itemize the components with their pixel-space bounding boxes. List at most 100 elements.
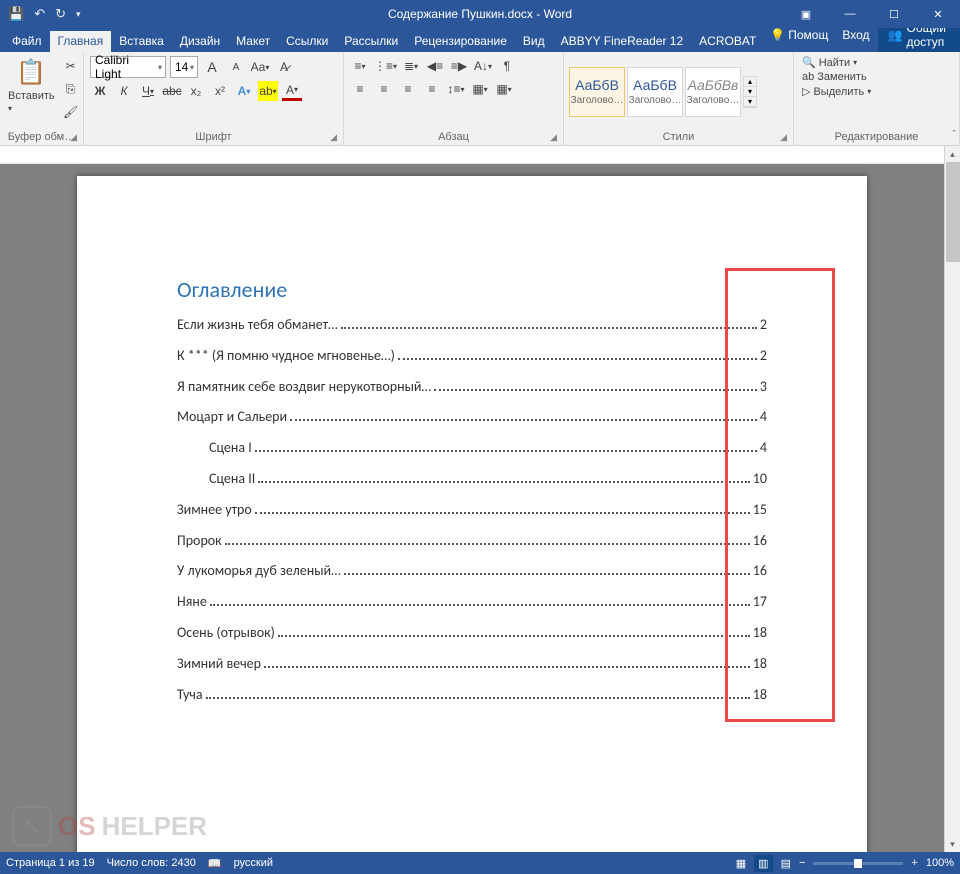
toc-entry[interactable]: Няне17 — [177, 594, 767, 611]
numbering-icon[interactable]: ⋮≡ — [374, 56, 397, 76]
maximize-icon[interactable]: ☐ — [872, 0, 916, 28]
toc-entry[interactable]: Сцена I4 — [177, 440, 767, 457]
zoom-level[interactable]: 100% — [926, 857, 954, 869]
toc-entry[interactable]: Туча18 — [177, 687, 767, 704]
scroll-up-icon[interactable]: ▴ — [945, 146, 960, 162]
bold-button[interactable]: Ж — [90, 81, 110, 101]
align-left-icon[interactable]: ≡ — [350, 79, 370, 99]
superscript-button[interactable]: x² — [210, 81, 230, 101]
select-button[interactable]: ▷Выделить▾ — [802, 85, 871, 98]
ribbon-display-icon[interactable]: ▣ — [784, 0, 828, 28]
tab-view[interactable]: Вид — [515, 31, 553, 52]
tab-layout[interactable]: Макет — [228, 31, 278, 52]
line-spacing-icon[interactable]: ↕≡ — [446, 79, 466, 99]
toc-title[interactable]: Оглавление — [177, 276, 767, 303]
show-marks-icon[interactable]: ¶ — [497, 56, 517, 76]
multilevel-icon[interactable]: ≣ — [401, 56, 421, 76]
clear-format-icon[interactable]: A̷ — [274, 57, 294, 77]
dialog-launcher-icon[interactable]: ◢ — [780, 132, 787, 143]
redo-icon[interactable]: ↻ — [55, 6, 66, 22]
font-color-icon[interactable]: A — [282, 81, 302, 101]
undo-icon[interactable]: ↶ — [34, 6, 45, 22]
toc-entry[interactable]: Сцена II10 — [177, 471, 767, 488]
page[interactable]: Оглавление Если жизнь тебя обманет…2 К **… — [77, 176, 867, 852]
zoom-out-icon[interactable]: − — [799, 857, 805, 869]
collapse-ribbon-icon[interactable]: ˆ — [952, 129, 956, 141]
replace-button[interactable]: abЗаменить — [802, 71, 871, 83]
bullets-icon[interactable]: ≡ — [350, 56, 370, 76]
toc-entry[interactable]: У лукоморья дуб зеленый…16 — [177, 563, 767, 580]
web-layout-icon[interactable]: ▤ — [781, 857, 791, 870]
scroll-down-icon[interactable]: ▾ — [945, 836, 960, 852]
tell-me[interactable]: 💡Помощ — [764, 28, 834, 42]
decrease-indent-icon[interactable]: ◀≡ — [425, 56, 445, 76]
document-area[interactable]: Оглавление Если жизнь тебя обманет…2 К **… — [0, 164, 944, 852]
qat-customize-icon[interactable]: ▾ — [76, 9, 81, 20]
chevron-up-icon[interactable]: ▴ — [744, 77, 756, 87]
zoom-in-icon[interactable]: + — [911, 857, 917, 869]
page-indicator[interactable]: Страница 1 из 19 — [6, 857, 95, 869]
tab-mailings[interactable]: Рассылки — [336, 31, 406, 52]
tab-acrobat[interactable]: ACROBAT — [691, 31, 764, 52]
shrink-font-icon[interactable]: A — [226, 57, 246, 77]
cut-icon[interactable]: ✂ — [61, 56, 81, 76]
toc-entry[interactable]: Зимний вечер18 — [177, 656, 767, 673]
change-case-icon[interactable]: Aa — [250, 57, 270, 77]
dialog-launcher-icon[interactable]: ◢ — [550, 132, 557, 143]
style-heading2[interactable]: АаБбВЗаголово… — [627, 67, 683, 117]
toc-entry[interactable]: Я памятник себе воздвиг нерукотворный…3 — [177, 379, 767, 396]
save-icon[interactable]: 💾 — [8, 6, 24, 22]
style-heading3[interactable]: АаБбВвЗаголово… — [685, 67, 741, 117]
language-indicator[interactable]: русский — [234, 857, 273, 869]
align-center-icon[interactable]: ≡ — [374, 79, 394, 99]
borders-icon[interactable]: ▦ — [494, 79, 514, 99]
sort-icon[interactable]: A↓ — [473, 56, 493, 76]
justify-icon[interactable]: ≡ — [422, 79, 442, 99]
align-right-icon[interactable]: ≡ — [398, 79, 418, 99]
word-count[interactable]: Число слов: 2430 — [107, 857, 196, 869]
vertical-scrollbar[interactable]: ▴ ▾ — [944, 146, 960, 852]
print-layout-icon[interactable]: ▥ — [754, 855, 772, 872]
tab-file[interactable]: Файл — [4, 31, 50, 52]
toc-entry[interactable]: Пророк16 — [177, 533, 767, 550]
shading-icon[interactable]: ▦ — [470, 79, 490, 99]
close-icon[interactable]: ✕ — [916, 0, 960, 28]
text-effects-icon[interactable]: A — [234, 81, 254, 101]
paste-button[interactable]: 📋 Вставить — [4, 54, 59, 116]
font-name-combo[interactable]: Calibri Light — [90, 56, 166, 78]
tab-home[interactable]: Главная — [50, 31, 112, 52]
minimize-icon[interactable]: — — [828, 0, 872, 28]
styles-gallery-nav[interactable]: ▴▾▾ — [743, 76, 757, 108]
highlight-icon[interactable]: ab — [258, 81, 278, 101]
chevron-down-icon[interactable]: ▾ — [744, 87, 756, 97]
italic-button[interactable]: К — [114, 81, 134, 101]
toc-entry[interactable]: Осень (отрывок)18 — [177, 625, 767, 642]
ruler[interactable] — [0, 146, 960, 164]
tab-design[interactable]: Дизайн — [172, 31, 228, 52]
toc-entry[interactable]: Если жизнь тебя обманет…2 — [177, 317, 767, 334]
toc-entry[interactable]: Моцарт и Сальери4 — [177, 409, 767, 426]
spellcheck-icon[interactable]: 📖 — [208, 857, 222, 870]
scroll-thumb[interactable] — [946, 162, 960, 262]
format-painter-icon[interactable]: 🖌 — [61, 102, 81, 122]
tab-abbyy[interactable]: ABBYY FineReader 12 — [553, 31, 692, 52]
dialog-launcher-icon[interactable]: ◢ — [70, 132, 77, 143]
grow-font-icon[interactable]: A — [202, 57, 222, 77]
increase-indent-icon[interactable]: ≡▶ — [449, 56, 469, 76]
subscript-button[interactable]: x₂ — [186, 81, 206, 101]
expand-icon[interactable]: ▾ — [744, 97, 756, 107]
style-heading1[interactable]: АаБбВЗаголово… — [569, 67, 625, 117]
toc-entry[interactable]: К *** (Я помню чудное мгновенье…)2 — [177, 348, 767, 365]
copy-icon[interactable]: ⎘ — [61, 79, 81, 99]
tab-insert[interactable]: Вставка — [111, 31, 172, 52]
tab-references[interactable]: Ссылки — [278, 31, 336, 52]
font-size-combo[interactable]: 14 — [170, 56, 198, 78]
zoom-slider[interactable] — [813, 862, 903, 865]
toc-entry[interactable]: Зимнее утро15 — [177, 502, 767, 519]
read-mode-icon[interactable]: ▦ — [736, 857, 746, 870]
tab-review[interactable]: Рецензирование — [406, 31, 515, 52]
find-button[interactable]: 🔍Найти▾ — [802, 56, 871, 69]
underline-button[interactable]: Ч — [138, 81, 158, 101]
dialog-launcher-icon[interactable]: ◢ — [330, 132, 337, 143]
strike-button[interactable]: abc — [162, 81, 182, 101]
